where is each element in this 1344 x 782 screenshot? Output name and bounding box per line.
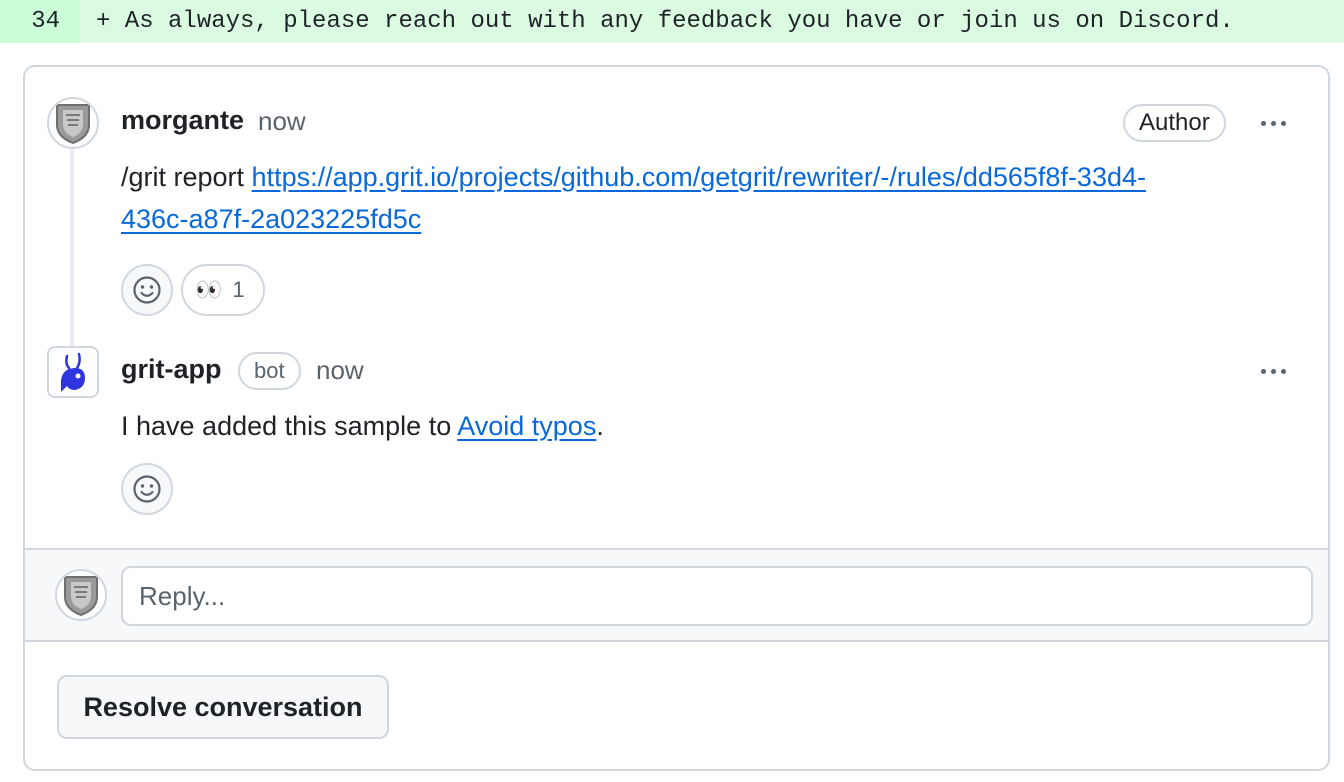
thread-connector xyxy=(70,147,74,347)
diff-code: + As always, please reach out with any f… xyxy=(96,8,1234,35)
comment-timestamp[interactable]: now xyxy=(258,106,306,137)
add-reaction-button[interactable] xyxy=(121,463,173,515)
comment-text: /grit report xyxy=(121,162,252,192)
rule-link[interactable]: https://app.grit.io/projects/github.com/… xyxy=(121,162,1146,234)
comment-body: I have added this sample to Avoid typos. xyxy=(121,405,1301,447)
resolve-conversation-button[interactable]: Resolve conversation xyxy=(57,675,389,739)
comment-text-end: . xyxy=(596,411,604,441)
shield-avatar-icon xyxy=(64,576,98,617)
reply-area: Reply... xyxy=(25,548,1328,642)
smiley-icon xyxy=(133,475,161,503)
review-conversation: morgante now Author /grit report https:/… xyxy=(23,65,1330,771)
comment-author[interactable]: grit-app xyxy=(121,354,222,385)
comment-options-icon[interactable] xyxy=(1253,108,1293,138)
comment-options-icon[interactable] xyxy=(1253,356,1293,386)
comment-body: /grit report https://app.grit.io/project… xyxy=(121,156,1301,240)
add-reaction-button[interactable] xyxy=(121,264,173,316)
avatar[interactable] xyxy=(47,97,99,149)
diff-line-number[interactable]: 34 xyxy=(0,0,80,43)
reply-input[interactable]: Reply... xyxy=(121,566,1313,626)
grit-bot-icon xyxy=(61,352,85,392)
author-badge: Author xyxy=(1123,104,1226,142)
comment-text: I have added this sample to xyxy=(121,411,458,441)
smiley-icon xyxy=(133,276,161,304)
eyes-icon: 👀 xyxy=(195,277,223,302)
comment-author[interactable]: morgante xyxy=(121,105,244,136)
eyes-reaction-button[interactable]: 👀 1 xyxy=(181,264,265,316)
avoid-typos-link[interactable]: Avoid typos xyxy=(457,411,596,441)
avatar-bot[interactable] xyxy=(47,346,99,398)
reaction-count: 1 xyxy=(232,277,245,302)
shield-avatar-icon xyxy=(56,104,90,145)
comment-timestamp[interactable]: now xyxy=(316,355,364,386)
diff-line: 34 + As always, please reach out with an… xyxy=(0,0,1344,43)
avatar[interactable] xyxy=(55,569,107,621)
bot-badge: bot xyxy=(238,352,301,390)
